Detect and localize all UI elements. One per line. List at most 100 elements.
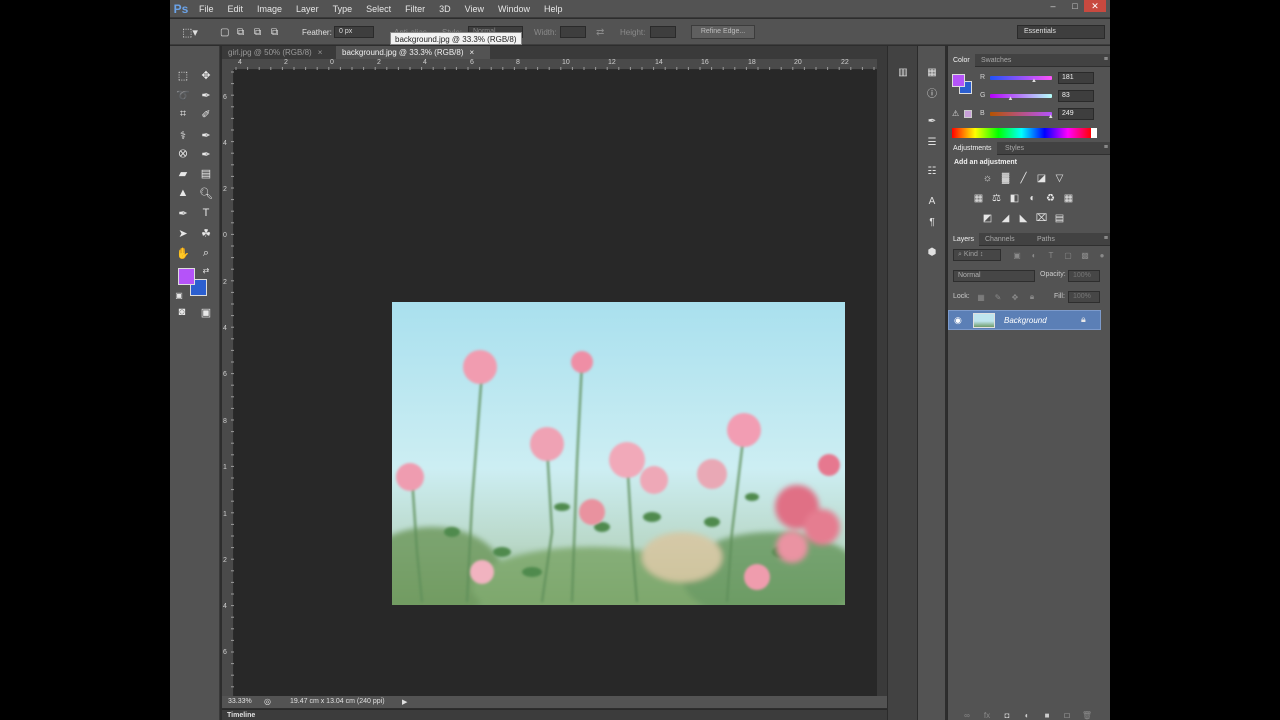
panel-menu-icon[interactable]: ≡ xyxy=(1104,56,1108,63)
clone-stamp-icon[interactable]: ⭙ xyxy=(173,145,193,163)
horizontal-ruler[interactable]: 4 2 0 2 4 6 8 10 12 14 16 18 20 22 xyxy=(234,59,877,70)
character-panel-icon[interactable]: A xyxy=(923,193,941,209)
filter-shape-icon[interactable]: ▢ xyxy=(1063,250,1073,260)
out-of-gamut-warning-icon[interactable]: ⚠ xyxy=(952,109,959,118)
zoom-tool-icon[interactable]: ⌕ xyxy=(196,244,216,262)
fill-input[interactable]: 100% xyxy=(1068,291,1100,303)
blur-tool-icon[interactable]: ▲ xyxy=(173,184,193,202)
black-white-icon[interactable]: ◧ xyxy=(1008,192,1021,204)
tab-swatches[interactable]: Swatches xyxy=(976,54,1016,67)
panel-menu-icon[interactable]: ≡ xyxy=(1104,235,1108,242)
menu-type[interactable]: Type xyxy=(326,0,360,18)
blend-mode-select[interactable]: Normal xyxy=(953,270,1035,282)
layer-visibility-eye-icon[interactable]: ◉ xyxy=(954,315,962,326)
lock-all-icon[interactable]: 🔒︎ xyxy=(1027,292,1037,302)
default-colors-icon[interactable]: ▣ xyxy=(173,286,185,304)
r-slider[interactable] xyxy=(990,76,1052,80)
r-value-input[interactable]: 181 xyxy=(1058,72,1094,84)
new-selection-icon[interactable]: ▢ xyxy=(220,19,229,45)
close-window-button[interactable]: ✕ xyxy=(1084,0,1106,12)
layer-row-background[interactable]: ◉ Background 🔒︎ xyxy=(948,310,1101,330)
filter-type-icon[interactable]: T xyxy=(1046,250,1056,260)
posterize-icon[interactable]: ◢ xyxy=(999,212,1012,224)
layer-name[interactable]: Background xyxy=(1004,316,1047,325)
intersect-selection-icon[interactable]: ⧉ xyxy=(271,19,278,45)
menu-file[interactable]: File xyxy=(192,0,221,18)
info-panel-icon[interactable]: ⓘ xyxy=(923,84,941,100)
feather-input[interactable]: 0 px xyxy=(334,26,374,38)
workspace-select[interactable]: Essentials xyxy=(1017,25,1105,39)
quick-selection-icon[interactable]: ✒ xyxy=(196,86,216,104)
menu-view[interactable]: View xyxy=(458,0,491,18)
threshold-icon[interactable]: ◣ xyxy=(1017,212,1030,224)
subtract-selection-icon[interactable]: ⧉ xyxy=(254,19,261,45)
b-value-input[interactable]: 249 xyxy=(1058,108,1094,120)
marquee-preset-icon[interactable]: ⬚▾ xyxy=(182,19,198,45)
height-input[interactable] xyxy=(650,26,676,38)
filter-adjustment-icon[interactable]: ◐ xyxy=(1029,250,1039,260)
selective-color-icon[interactable]: ⌧ xyxy=(1035,212,1048,224)
tab-adjustments[interactable]: Adjustments xyxy=(948,142,997,155)
vertical-ruler[interactable]: 6 4 2 0 2 4 6 8 1 1 2 4 6 xyxy=(222,70,234,696)
g-slider-thumb[interactable]: ▲ xyxy=(1007,96,1013,102)
minimize-button[interactable]: – xyxy=(1042,0,1064,12)
spot-healing-icon[interactable]: ⚕ xyxy=(173,126,193,144)
gradient-tool-icon[interactable]: ▤ xyxy=(196,164,216,182)
clone-source-icon[interactable]: ☷ xyxy=(923,163,941,179)
menu-layer[interactable]: Layer xyxy=(289,0,326,18)
levels-icon[interactable]: ▓ xyxy=(999,172,1012,184)
crop-tool-icon[interactable]: ⌗ xyxy=(173,105,193,123)
gamut-color-swatch[interactable] xyxy=(964,110,972,118)
filter-toggle-icon[interactable]: ● xyxy=(1097,250,1107,260)
swap-dimensions-icon[interactable]: ⇄ xyxy=(596,19,604,45)
swap-colors-icon[interactable]: ⇄ xyxy=(200,261,212,279)
color-spectrum-ramp[interactable] xyxy=(952,128,1097,138)
timeline-panel-tab[interactable]: Timeline xyxy=(222,709,887,720)
channel-mixer-icon[interactable]: ♻ xyxy=(1044,192,1057,204)
ruler-origin[interactable] xyxy=(222,59,234,70)
tab-background-jpg[interactable]: background.jpg @ 33.3% (RGB/8) × xyxy=(336,46,490,59)
refine-edge-button[interactable]: Refine Edge... xyxy=(691,25,755,39)
g-slider[interactable] xyxy=(990,94,1052,98)
canvas-area[interactable] xyxy=(234,70,877,696)
gradient-map-icon[interactable]: ▤ xyxy=(1053,212,1066,224)
tab-color[interactable]: Color xyxy=(948,54,975,67)
opacity-input[interactable]: 100% xyxy=(1068,270,1100,282)
screen-mode-icon[interactable]: ▣ xyxy=(196,303,216,321)
color-panel-foreground[interactable] xyxy=(952,74,965,87)
eyedropper-icon[interactable]: ✐ xyxy=(196,105,216,123)
eraser-tool-icon[interactable]: ▰ xyxy=(173,164,193,182)
b-slider-thumb[interactable]: ▲ xyxy=(1048,114,1054,120)
type-tool-icon[interactable]: T xyxy=(196,204,216,222)
tab-paths[interactable]: Paths xyxy=(1032,233,1060,246)
vibrance-icon[interactable]: ▽ xyxy=(1053,172,1066,184)
zoom-level[interactable]: 33.33% xyxy=(228,698,252,705)
tab-styles[interactable]: Styles xyxy=(1000,142,1029,155)
layer-style-icon[interactable]: fx xyxy=(982,710,992,720)
lasso-tool-icon[interactable]: ➰ xyxy=(173,86,193,104)
status-menu-arrow[interactable]: ▶ xyxy=(402,698,407,706)
panel-menu-icon[interactable]: ≡ xyxy=(1104,144,1108,151)
layer-lock-icon[interactable]: 🔒︎ xyxy=(1081,314,1086,325)
brush-presets-icon[interactable]: ✒ xyxy=(923,113,941,129)
brush-tool-icon[interactable]: ✒ xyxy=(196,126,216,144)
curves-icon[interactable]: ╱ xyxy=(1017,172,1030,184)
status-info-icon[interactable]: ◎ xyxy=(264,697,271,706)
lock-transparent-icon[interactable]: ▦ xyxy=(976,292,986,302)
document-image-roses[interactable] xyxy=(392,302,845,605)
new-group-icon[interactable]: ■ xyxy=(1042,710,1052,720)
link-layers-icon[interactable]: ∞ xyxy=(962,710,972,720)
maximize-button[interactable]: □ xyxy=(1064,0,1086,12)
r-slider-thumb[interactable]: ▲ xyxy=(1031,78,1037,84)
hand-tool-icon[interactable]: ✋ xyxy=(173,244,193,262)
menu-help[interactable]: Help xyxy=(537,0,570,18)
tool-presets-icon[interactable]: ☰ xyxy=(923,134,941,150)
swatches-mini-icon[interactable]: ▦ xyxy=(923,64,941,80)
dodge-tool-icon[interactable]: 🔍︎ xyxy=(196,184,216,202)
menu-window[interactable]: Window xyxy=(491,0,537,18)
menu-select[interactable]: Select xyxy=(359,0,398,18)
new-layer-icon[interactable]: □ xyxy=(1062,710,1072,720)
invert-icon[interactable]: ◩ xyxy=(981,212,994,224)
new-adjustment-layer-icon[interactable]: ◐ xyxy=(1022,710,1032,720)
3d-panel-icon[interactable]: ⬢ xyxy=(923,244,941,260)
